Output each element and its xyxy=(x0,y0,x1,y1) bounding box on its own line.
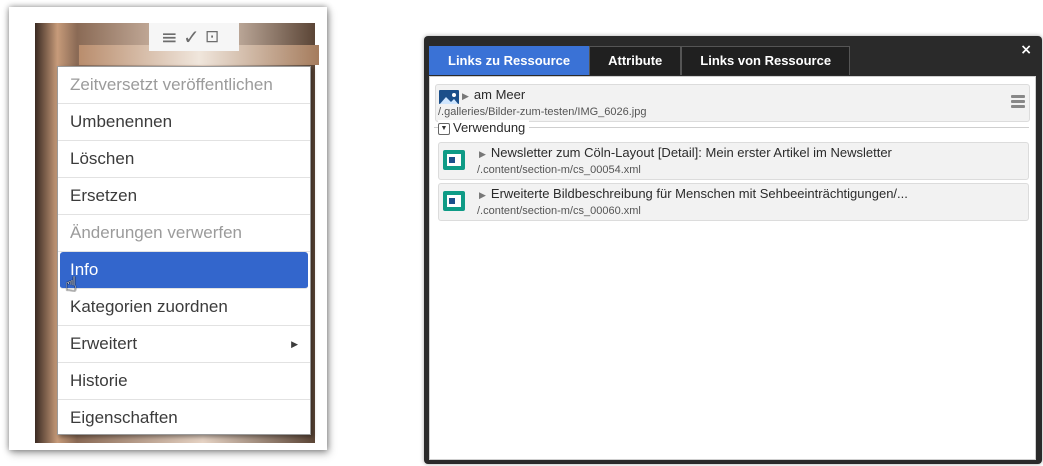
tab-attribute[interactable]: Attribute xyxy=(589,46,682,75)
tab-links-von-ressource[interactable]: Links von Ressource xyxy=(681,46,851,75)
usage-path: /.content/section-m/cs_00054.xml xyxy=(477,164,641,176)
expand-triangle-icon[interactable]: ▶ xyxy=(462,91,469,101)
resource-title[interactable]: ▶ am Meer xyxy=(462,87,525,102)
check-icon[interactable]: ✓ xyxy=(183,23,200,51)
image-icon xyxy=(439,90,459,104)
submenu-arrow-icon: ▶ xyxy=(291,339,298,349)
resource-title-text: am Meer xyxy=(473,87,526,102)
resource-path: /.galleries/Bilder-zum-testen/IMG_6026.j… xyxy=(438,106,647,118)
usage-legend[interactable]: ▼ Verwendung xyxy=(438,120,530,135)
menu-item-historie[interactable]: Historie xyxy=(58,363,310,400)
collapse-toggle-icon[interactable]: ▼ xyxy=(438,122,450,135)
menu-item-zeitversetzt: Zeitversetzt veröffentlichen xyxy=(58,67,310,104)
close-icon[interactable]: × xyxy=(1020,43,1032,57)
usage-title: ▶ Erweiterte Bildbeschreibung für Mensche… xyxy=(479,186,908,201)
expand-triangle-icon[interactable]: ▶ xyxy=(479,149,486,159)
expand-triangle-icon[interactable]: ▶ xyxy=(479,190,486,200)
usage-row[interactable]: ▶ Newsletter zum Cöln-Layout [Detail]: Me… xyxy=(438,142,1029,180)
menu-item-eigenschaften[interactable]: Eigenschaften xyxy=(58,400,310,436)
links-dialog: Links zu Ressource Attribute Links von R… xyxy=(424,36,1042,464)
menu-item-erweitert-label: Erweitert xyxy=(70,334,138,353)
dialog-panel: ▶ am Meer /.galleries/Bilder-zum-testen/I… xyxy=(429,76,1036,460)
usage-title-text: Erweiterte Bildbeschreibung für Menschen… xyxy=(490,186,908,201)
menu-item-info[interactable]: Info xyxy=(60,252,308,289)
menu-item-umbenennen[interactable]: Umbenennen xyxy=(58,104,310,141)
usage-fieldset: ▼ Verwendung ▶ Newsletter zum Cöln-Layout … xyxy=(434,120,1029,224)
resource-box: ▶ am Meer /.galleries/Bilder-zum-testen/I… xyxy=(435,84,1030,122)
menu-item-erweitert[interactable]: Erweitert ▶ xyxy=(58,326,310,363)
usage-path: /.content/section-m/cs_00060.xml xyxy=(477,205,641,217)
context-menu: Zeitversetzt veröffentlichen Umbenennen … xyxy=(57,66,311,435)
search-doc-icon[interactable]: ⊡ xyxy=(205,23,219,51)
hand-cursor-icon: ☝ xyxy=(65,272,78,296)
content-page-icon xyxy=(443,150,465,170)
list-icon[interactable]: ≡ xyxy=(161,23,178,51)
menu-item-aenderungen-verwerfen: Änderungen verwerfen xyxy=(58,215,310,252)
context-menu-screenshot: ≡ ✓ ⊡ Zeitversetzt veröffentlichen Umben… xyxy=(9,7,327,450)
element-toolbar: ≡ ✓ ⊡ xyxy=(149,23,239,51)
dialog-tabs: Links zu Ressource Attribute Links von R… xyxy=(429,46,851,75)
hamburger-menu-icon[interactable] xyxy=(1011,95,1025,108)
tab-links-zu-ressource[interactable]: Links zu Ressource xyxy=(429,46,590,75)
menu-item-loeschen[interactable]: Löschen xyxy=(58,141,310,178)
usage-title: ▶ Newsletter zum Cöln-Layout [Detail]: Me… xyxy=(479,145,892,160)
menu-item-kategorien[interactable]: Kategorien zuordnen xyxy=(58,289,310,326)
usage-legend-text: Verwendung xyxy=(453,120,526,135)
usage-row[interactable]: ▶ Erweiterte Bildbeschreibung für Mensche… xyxy=(438,183,1029,221)
content-page-icon xyxy=(443,191,465,211)
usage-title-text: Newsletter zum Cöln-Layout [Detail]: Mei… xyxy=(490,145,892,160)
menu-item-ersetzen[interactable]: Ersetzen xyxy=(58,178,310,215)
